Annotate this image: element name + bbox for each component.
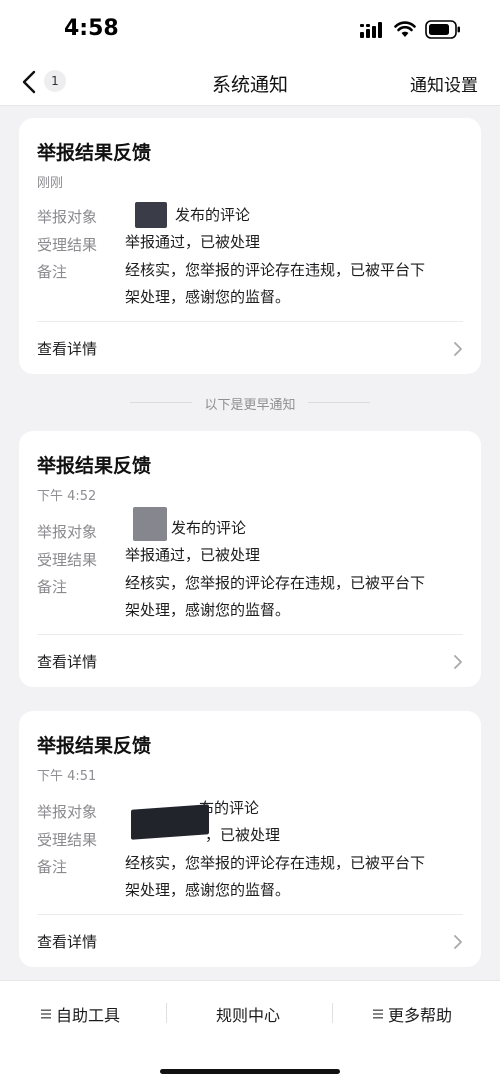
more-help-label: 更多帮助 (388, 1006, 453, 1025)
separator-line (308, 402, 370, 403)
bottom-divider (332, 1003, 333, 1023)
result-value: 举报通过，已被处理 (125, 233, 261, 251)
target-value: 布的评论 (199, 799, 260, 817)
menu-icon (373, 1009, 383, 1019)
rules-center-label: 规则中心 (216, 1006, 281, 1025)
card-time: 刚刚 (37, 176, 64, 191)
redacted-username (135, 202, 167, 228)
card-title: 举报结果反馈 (37, 455, 152, 477)
chevron-right-icon[interactable] (453, 654, 463, 670)
result-value: 举报通过，已被处理 (125, 546, 261, 564)
card-divider (37, 914, 463, 915)
card-title: 举报结果反馈 (37, 142, 152, 164)
separator-text: 以下是更早通知 (204, 398, 296, 413)
result-label: 受理结果 (37, 831, 98, 849)
result-value: ，已被处理 (205, 826, 281, 844)
remark-label: 备注 (37, 858, 68, 876)
bottom-bar: 自助工具 规则中心 更多帮助 (0, 980, 500, 1082)
target-label: 举报对象 (37, 803, 98, 821)
view-details-link[interactable]: 查看详情 (37, 338, 97, 359)
remark-line-1: 经核实，您举报的评论存在违规，已被平台下 (125, 574, 426, 592)
remark-line-2: 架处理，感谢您的监督。 (125, 288, 291, 306)
wifi-icon (394, 21, 416, 37)
remark-line-2: 架处理，感谢您的监督。 (125, 601, 291, 619)
notification-settings-link[interactable]: 通知设置 (410, 71, 478, 96)
target-label: 举报对象 (37, 523, 98, 541)
status-bar: 4:58 (0, 0, 500, 60)
target-label: 举报对象 (37, 208, 98, 226)
notification-card: 举报结果反馈 下午 4:51 举报对象 布的评论 受理结果 ，已被处理 备注 经… (19, 711, 481, 967)
bottom-divider (166, 1003, 167, 1023)
target-value: 发布的评论 (171, 519, 247, 537)
redacted-username (133, 507, 167, 541)
chevron-right-icon[interactable] (453, 934, 463, 950)
self-help-tools-button[interactable]: 自助工具 (40, 1001, 120, 1027)
notification-card: 举报结果反馈 下午 4:52 举报对象 发布的评论 受理结果 举报通过，已被处理… (19, 431, 481, 687)
remark-label: 备注 (37, 578, 68, 596)
nav-bar: 1 系统通知 通知设置 (0, 60, 500, 106)
target-value: 发布的评论 (175, 206, 251, 224)
redacted-username (131, 804, 209, 840)
card-divider (37, 321, 463, 322)
battery-icon (425, 20, 460, 39)
unread-count-badge: 1 (44, 70, 66, 92)
remark-label: 备注 (37, 263, 68, 281)
remark-line-1: 经核实，您举报的评论存在违规，已被平台下 (125, 854, 426, 872)
chevron-left-icon (22, 70, 36, 94)
card-time: 下午 4:52 (37, 489, 97, 504)
cellular-signal-icon (360, 22, 382, 38)
card-divider (37, 634, 463, 635)
self-help-tools-label: 自助工具 (56, 1006, 121, 1025)
rules-center-button[interactable]: 规则中心 (216, 1001, 280, 1027)
more-help-button[interactable]: 更多帮助 (372, 1001, 452, 1027)
notification-card: 举报结果反馈 刚刚 举报对象 发布的评论 受理结果 举报通过，已被处理 备注 经… (19, 118, 481, 374)
card-title: 举报结果反馈 (37, 735, 152, 757)
status-time: 4:58 (64, 16, 119, 41)
card-time: 下午 4:51 (37, 769, 97, 784)
home-indicator[interactable] (160, 1069, 340, 1074)
view-details-link[interactable]: 查看详情 (37, 651, 97, 672)
chevron-right-icon[interactable] (453, 341, 463, 357)
view-details-link[interactable]: 查看详情 (37, 931, 97, 952)
result-label: 受理结果 (37, 551, 98, 569)
earlier-notifications-separator: 以下是更早通知 (0, 392, 500, 413)
back-button[interactable] (14, 66, 44, 98)
result-label: 受理结果 (37, 236, 98, 254)
menu-icon (41, 1009, 51, 1019)
remark-line-1: 经核实，您举报的评论存在违规，已被平台下 (125, 261, 426, 279)
remark-line-2: 架处理，感谢您的监督。 (125, 881, 291, 899)
